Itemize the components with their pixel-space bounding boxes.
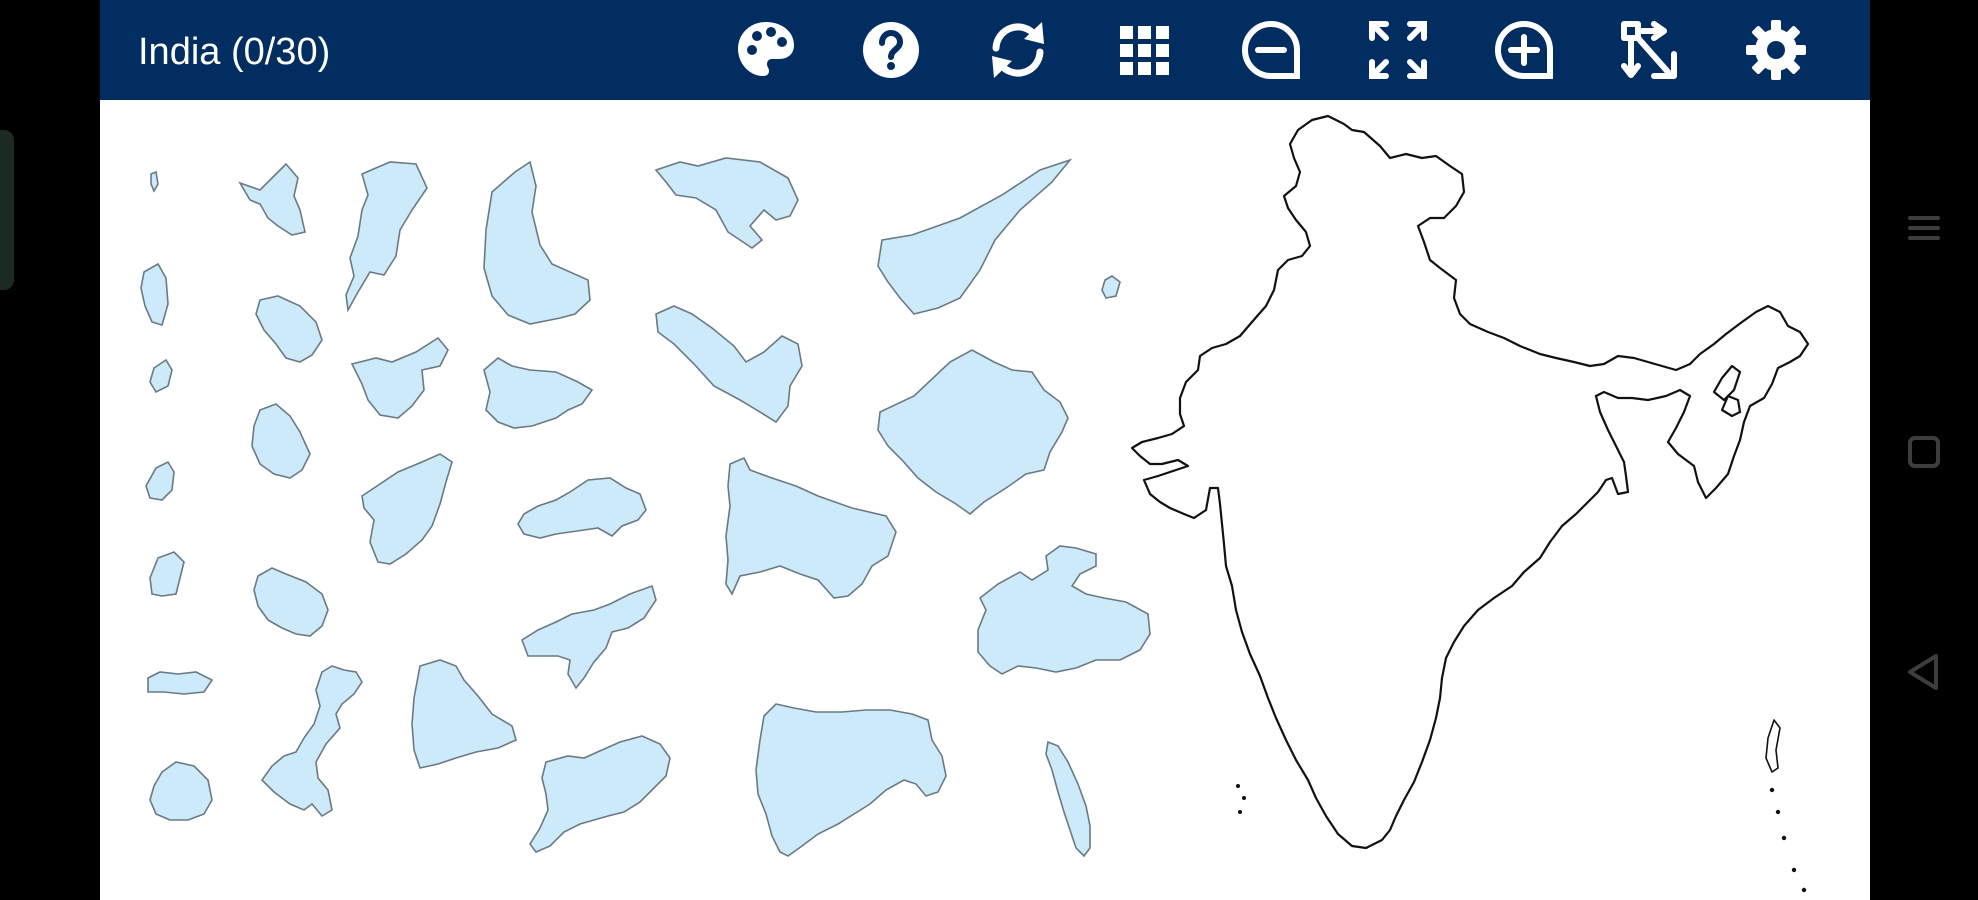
puzzle-canvas [140, 114, 1810, 893]
zoom-out-icon [1242, 20, 1300, 79]
screen-bezel [0, 0, 100, 900]
state-piece[interactable] [655, 305, 803, 424]
state-piece[interactable] [350, 336, 449, 419]
puzzle-app: India (0/30) [100, 0, 1870, 900]
fullscreen-button[interactable] [1362, 14, 1434, 86]
state-piece[interactable] [483, 160, 591, 325]
state-piece[interactable] [517, 477, 647, 539]
help-button[interactable] [855, 14, 927, 86]
state-piece[interactable] [253, 567, 329, 637]
state-piece[interactable] [251, 403, 311, 479]
state-piece[interactable] [755, 703, 947, 857]
square-icon [1908, 436, 1940, 468]
state-piece[interactable] [877, 349, 1069, 516]
gear-icon [1746, 20, 1806, 80]
palette-button[interactable] [730, 14, 802, 86]
menu-icon [1908, 216, 1940, 240]
state-piece[interactable] [150, 170, 159, 193]
pieces-tray [140, 157, 1151, 858]
zoom-in-icon [1495, 20, 1553, 79]
state-piece[interactable] [238, 162, 306, 236]
zoom-out-button[interactable] [1235, 14, 1307, 86]
state-piece[interactable] [140, 262, 169, 326]
india-map-outline [1130, 114, 1810, 893]
back-triangle-icon [1908, 654, 1938, 690]
state-piece[interactable] [529, 735, 671, 853]
state-piece[interactable] [1045, 740, 1091, 858]
state-piece[interactable] [411, 659, 517, 769]
system-navigation-bar [1870, 0, 1978, 900]
expand-icon [1369, 21, 1427, 79]
arrange-icon [1621, 21, 1677, 79]
back-button[interactable] [1888, 636, 1960, 708]
state-piece[interactable] [149, 551, 185, 597]
state-piece[interactable] [877, 158, 1073, 315]
zoom-in-button[interactable] [1488, 14, 1560, 86]
state-piece[interactable] [149, 761, 213, 821]
state-piece[interactable] [345, 161, 428, 313]
puzzle-board[interactable] [100, 100, 1870, 900]
arrange-button[interactable] [1614, 14, 1686, 86]
state-piece[interactable] [654, 157, 799, 249]
state-piece[interactable] [521, 584, 657, 690]
refresh-icon [992, 22, 1044, 78]
state-piece[interactable] [483, 357, 594, 429]
top-toolbar: India (0/30) [100, 0, 1870, 100]
state-piece[interactable] [145, 460, 175, 501]
state-piece[interactable] [255, 295, 323, 363]
menu-button[interactable] [1888, 192, 1960, 264]
camera-notch [0, 130, 14, 290]
grid-button[interactable] [1108, 14, 1180, 86]
state-piece[interactable] [725, 456, 897, 599]
puzzle-title: India (0/30) [138, 31, 331, 73]
state-piece[interactable] [147, 671, 214, 695]
state-piece[interactable] [260, 665, 363, 818]
settings-button[interactable] [1740, 14, 1812, 86]
home-button[interactable] [1888, 416, 1960, 488]
state-piece[interactable] [1101, 275, 1121, 299]
state-piece[interactable] [149, 358, 173, 394]
help-icon [863, 22, 919, 78]
palette-icon [738, 22, 794, 76]
state-piece[interactable] [977, 545, 1151, 675]
grid-icon [1120, 26, 1169, 75]
state-piece[interactable] [361, 453, 453, 565]
restart-button[interactable] [982, 14, 1054, 86]
